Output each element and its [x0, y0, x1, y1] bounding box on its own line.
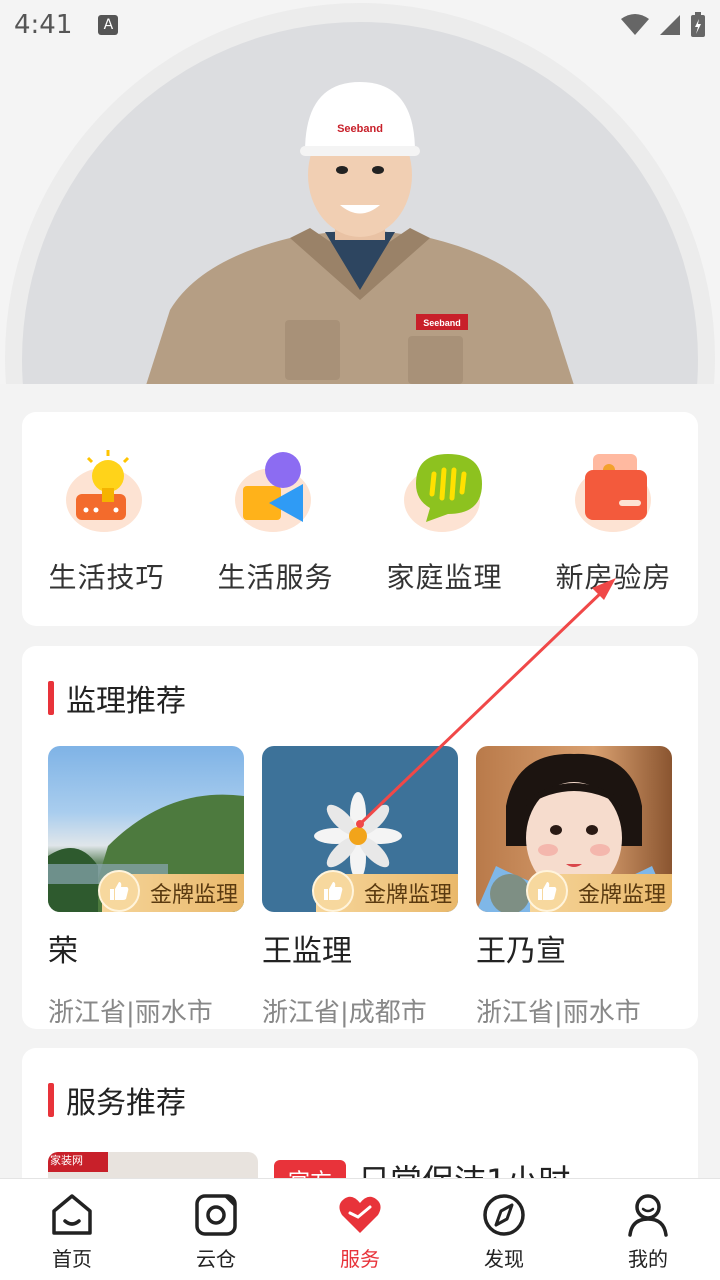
supervisor-list: 金牌监理 荣 浙江省|丽水市 金牌监理 王监理 浙江省|成都市 金牌监理 王乃宣…	[22, 720, 698, 1029]
supervisor-photo: 金牌监理	[476, 746, 672, 912]
section-header: 服务推荐	[22, 1048, 698, 1122]
section-accent-bar	[48, 1083, 54, 1117]
warehouse-icon	[195, 1194, 237, 1236]
nav-label: 我的	[628, 1247, 668, 1271]
thumbs-up-icon	[526, 870, 568, 912]
supervisor-location: 浙江省|丽水市	[48, 998, 213, 1028]
supervisor-location: 浙江省|成都市	[262, 998, 427, 1028]
heart-icon	[339, 1196, 381, 1233]
wallet-icon	[574, 454, 651, 532]
service-life-tips[interactable]: 生活技巧	[22, 412, 191, 626]
status-icons	[620, 12, 706, 38]
nav-label: 服务	[340, 1247, 380, 1271]
nav-label: 发现	[484, 1247, 524, 1271]
worker-illustration: Seeband Seeband	[140, 82, 580, 404]
supervisor-photo: 金牌监理	[262, 746, 458, 912]
nav-profile[interactable]: 我的	[576, 1179, 720, 1280]
service-label: 生活服务	[217, 561, 334, 594]
gold-badge: 金牌监理	[312, 870, 458, 912]
nav-discover[interactable]: 发现	[432, 1179, 576, 1280]
battery-icon	[691, 12, 705, 37]
gold-badge: 金牌监理	[526, 870, 672, 912]
nav-services[interactable]: 服务	[288, 1179, 432, 1280]
section-accent-bar	[48, 681, 54, 715]
svg-text:Seeband: Seeband	[337, 123, 383, 135]
service-home-supervision[interactable]: 家庭监理	[360, 412, 529, 626]
thumbs-up-icon	[98, 870, 140, 912]
services-card: 生活技巧 生活服务 家庭监理 新房验房	[22, 412, 698, 626]
bottom-nav: 首页 云仓 服务 发现 我的	[0, 1178, 720, 1280]
hero-banner[interactable]: Seeband Seeband	[0, 0, 720, 404]
supervisor-section: 监理推荐 金牌监理 荣 浙江省|丽水市 金牌监理 王监理 浙江省|成都市 金牌监…	[22, 646, 698, 1029]
status-time: 4:41	[14, 10, 73, 40]
badge-label: 金牌监理	[363, 883, 452, 908]
shapes-icon	[234, 452, 311, 532]
svg-text:Seeband: Seeband	[423, 318, 461, 328]
supervisor-card-item[interactable]: 金牌监理 王乃宣 浙江省|丽水市	[476, 746, 672, 1029]
supervisor-name: 荣	[48, 934, 78, 969]
supervisor-card-item[interactable]: 金牌监理 王监理 浙江省|成都市	[262, 746, 458, 1029]
nav-home[interactable]: 首页	[0, 1179, 144, 1280]
supervisor-location: 浙江省|丽水市	[476, 998, 641, 1028]
profile-icon	[628, 1194, 668, 1237]
service-label: 新房验房	[555, 561, 672, 594]
service-life-services[interactable]: 生活服务	[191, 412, 360, 626]
section-title: 监理推荐	[66, 684, 186, 719]
thumbs-up-icon	[312, 870, 354, 912]
supervisor-photo: 金牌监理	[48, 746, 244, 912]
badge-label: 金牌监理	[149, 883, 238, 908]
chat-icon	[403, 454, 482, 532]
hero-base	[0, 384, 720, 404]
gold-badge: 金牌监理	[98, 870, 244, 912]
status-bar: 4:41 A	[0, 0, 720, 50]
section-title: 服务推荐	[66, 1086, 186, 1121]
supervisor-name: 王监理	[262, 934, 352, 969]
service-label: 生活技巧	[48, 561, 165, 594]
badge-label: 金牌监理	[577, 883, 666, 908]
thumbnail-brand: 家装网	[48, 1152, 108, 1172]
compass-icon	[483, 1194, 525, 1236]
nav-label: 首页	[52, 1247, 92, 1271]
lightbulb-icon	[65, 450, 142, 532]
supervisor-name: 王乃宣	[476, 934, 566, 969]
nav-label: 云仓	[196, 1247, 236, 1271]
service-new-house-inspection[interactable]: 新房验房	[529, 412, 698, 626]
nav-warehouse[interactable]: 云仓	[144, 1179, 288, 1280]
notification-icon: A	[98, 15, 119, 35]
supervisor-card-item[interactable]: 金牌监理 荣 浙江省|丽水市	[48, 746, 244, 1029]
service-label: 家庭监理	[386, 561, 503, 594]
wifi-icon	[621, 14, 649, 35]
section-header: 监理推荐	[22, 646, 698, 720]
home-icon	[52, 1194, 92, 1235]
signal-icon	[660, 15, 680, 35]
